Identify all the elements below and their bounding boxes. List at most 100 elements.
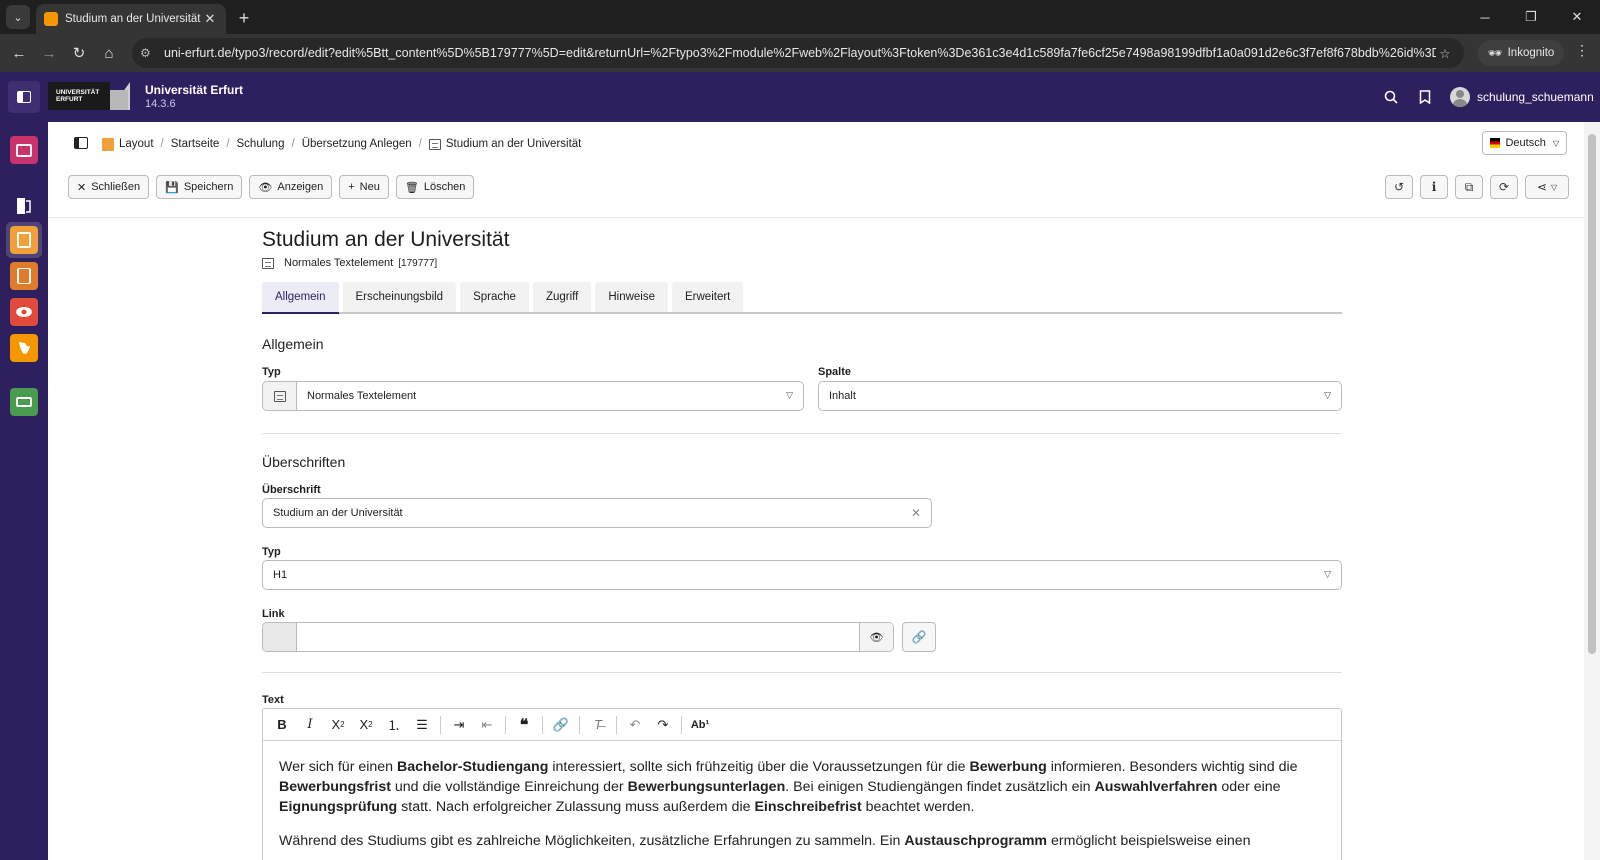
outdent-icon[interactable]: ⇤ xyxy=(475,713,499,737)
forward-button[interactable]: → xyxy=(34,38,64,68)
bookmark-star-icon[interactable]: ☆ xyxy=(1436,46,1454,61)
dashboard-module-icon[interactable] xyxy=(10,136,38,164)
bookmark-icon[interactable] xyxy=(1415,87,1435,107)
link-input[interactable]: 👁 xyxy=(262,622,894,652)
close-tab-icon[interactable]: ✕ xyxy=(202,11,218,27)
tab-allgemein[interactable]: Allgemein xyxy=(262,282,339,314)
typo3-module-icon[interactable] xyxy=(10,334,38,362)
header-type-value: H1 xyxy=(273,569,288,581)
page-module-icon[interactable] xyxy=(10,226,38,254)
reload-button[interactable]: ↻ xyxy=(64,38,94,68)
clear-icon[interactable]: ✕ xyxy=(911,506,921,520)
search-icon[interactable] xyxy=(1381,87,1401,107)
rte-paragraph-1: Wer sich für einen Bachelor-Studiengang … xyxy=(279,757,1325,817)
header-label: Überschrift xyxy=(262,484,321,496)
restore-button[interactable]: ❐ xyxy=(1508,0,1554,34)
close-window-button[interactable]: ✕ xyxy=(1554,0,1600,34)
save-button[interactable]: 💾 Speichern xyxy=(156,175,243,199)
form-tabs: Allgemein Erscheinungsbild Sprache Zugri… xyxy=(262,282,1342,314)
indent-icon[interactable]: ⇥ xyxy=(447,713,471,737)
list-module-icon[interactable] xyxy=(10,262,38,290)
column-select[interactable]: Inhalt ▽ xyxy=(818,381,1342,411)
rich-text-editor[interactable]: B I X2 X2 ⒈ ☰ ⇥ ⇤ ❝ 🔗 T̶ ↶ ↷ Ab¹ Wer sic… xyxy=(262,708,1342,860)
info-button[interactable]: i xyxy=(1420,175,1448,199)
home-button[interactable]: ⌂ xyxy=(94,38,124,68)
user-menu[interactable]: schulung_schuemann xyxy=(1450,85,1594,109)
new-tab-button[interactable]: + xyxy=(230,4,258,32)
numbered-list-icon[interactable]: ⒈ xyxy=(382,713,406,737)
university-logo[interactable]: UNIVERSITÄT ERFURT xyxy=(48,82,130,110)
history-button[interactable]: ↺ xyxy=(1385,175,1413,199)
browser-tab[interactable]: Studium an der Universität - No ✕ xyxy=(36,4,226,34)
web-module-group-icon[interactable] xyxy=(10,192,38,220)
site-info-icon[interactable]: ⚙ xyxy=(140,46,156,60)
view-module-icon[interactable] xyxy=(10,298,38,326)
tab-erscheinungsbild[interactable]: Erscheinungsbild xyxy=(342,282,457,312)
plus-icon: + xyxy=(348,181,355,193)
typo3-topbar: UNIVERSITÄT ERFURT Universität Erfurt 14.… xyxy=(0,72,1600,122)
address-bar[interactable]: ⚙ uni-erfurt.de/typo3/record/edit?edit%5… xyxy=(132,38,1464,68)
tab-zugriff[interactable]: Zugriff xyxy=(532,282,592,312)
breadcrumb: Layout / Startseite / Schulung / Überset… xyxy=(74,134,581,154)
italic-icon[interactable]: I xyxy=(298,713,322,737)
tab-erweitert[interactable]: Erweitert xyxy=(672,282,744,312)
text-run: ermöglicht beispielsweise einen xyxy=(1047,833,1251,849)
link-browser-button[interactable]: 🔗 xyxy=(902,622,936,652)
link-label: Link xyxy=(262,608,285,620)
breadcrumb-item[interactable]: Schulung xyxy=(237,138,285,150)
back-button[interactable]: ← xyxy=(4,38,34,68)
superscript-icon[interactable]: X2 xyxy=(354,713,378,737)
view-button[interactable]: 👁 Anzeigen xyxy=(249,175,333,199)
bold-icon[interactable]: B xyxy=(270,713,294,737)
scrollbar-thumb[interactable] xyxy=(1588,134,1596,654)
breadcrumb-item[interactable]: Layout xyxy=(119,138,154,150)
header-input[interactable]: Studium an der Universität ✕ xyxy=(262,498,932,528)
link-explanation-icon[interactable]: 👁 xyxy=(859,623,893,651)
incognito-badge[interactable]: 🕶 Inkognito xyxy=(1478,40,1565,66)
breadcrumb-item-current: Studium an der Universität xyxy=(445,138,582,150)
text-run: . Bei einigen Studiengängen findet zusät… xyxy=(785,779,1095,795)
share-button[interactable]: ⋖ ▽ xyxy=(1525,175,1569,199)
tab-hinweise[interactable]: Hinweise xyxy=(595,282,668,312)
extension-module-icon[interactable] xyxy=(10,388,38,416)
text-run: beachtet werden. xyxy=(861,799,975,815)
minimize-button[interactable]: ─ xyxy=(1462,0,1508,34)
browser-tabbar: ⌄ Studium an der Universität - No ✕ + ─ … xyxy=(0,0,1600,34)
new-button[interactable]: + Neu xyxy=(339,175,389,199)
trash-icon: 🗑 xyxy=(404,181,419,194)
column-value: Inhalt xyxy=(829,390,856,402)
site-name: Universität Erfurt xyxy=(145,83,244,97)
close-button[interactable]: ✕ Schließen xyxy=(68,175,150,199)
bold-text: Auswahlverfahren xyxy=(1094,779,1218,795)
language-select[interactable]: Deutsch ▽ xyxy=(1482,131,1567,155)
breadcrumb-item[interactable]: Startseite xyxy=(171,138,220,150)
tab-search-button[interactable]: ⌄ xyxy=(6,5,30,29)
section-heading-general: Allgemein xyxy=(262,336,324,352)
type-value: Normales Textelement xyxy=(307,390,417,402)
link-type-addon xyxy=(263,623,297,651)
breadcrumb-item[interactable]: Übersetzung Anlegen xyxy=(302,138,412,150)
redo-icon[interactable]: ↷ xyxy=(651,713,675,737)
browser-menu-icon[interactable]: ⋮ xyxy=(1572,42,1592,59)
header-type-select[interactable]: H1 ▽ xyxy=(262,560,1342,590)
delete-button[interactable]: 🗑 Löschen xyxy=(395,175,475,199)
type-select[interactable]: Normales Textelement ▽ xyxy=(262,381,804,411)
remove-format-icon[interactable]: T̶ xyxy=(586,713,610,737)
chevron-down-icon: ▽ xyxy=(1550,182,1558,192)
bullet-list-icon[interactable]: ☰ xyxy=(410,713,434,737)
tab-sprache[interactable]: Sprache xyxy=(460,282,529,312)
text-run: statt. Nach erfolgreicher Zulassung muss… xyxy=(397,799,755,815)
reload-record-button[interactable]: ⟳ xyxy=(1490,175,1518,199)
undo-icon[interactable]: ↶ xyxy=(623,713,647,737)
rte-content[interactable]: Wer sich für einen Bachelor-Studiengang … xyxy=(263,741,1341,851)
browser-toolbar: ← → ↻ ⌂ ⚙ uni-erfurt.de/typo3/record/edi… xyxy=(0,34,1600,72)
blockquote-icon[interactable]: ❝ xyxy=(512,713,536,737)
sidebar-panel-icon[interactable] xyxy=(74,136,88,152)
scrollbar[interactable] xyxy=(1584,122,1600,860)
link-icon: 🔗 xyxy=(911,630,927,644)
link-icon[interactable]: 🔗 xyxy=(549,713,573,737)
special-characters-icon[interactable]: Ab¹ xyxy=(688,713,712,737)
sidebar-toggle-button[interactable] xyxy=(8,81,40,113)
open-new-window-button[interactable]: ⧉ xyxy=(1455,175,1483,199)
subscript-icon[interactable]: X2 xyxy=(326,713,350,737)
